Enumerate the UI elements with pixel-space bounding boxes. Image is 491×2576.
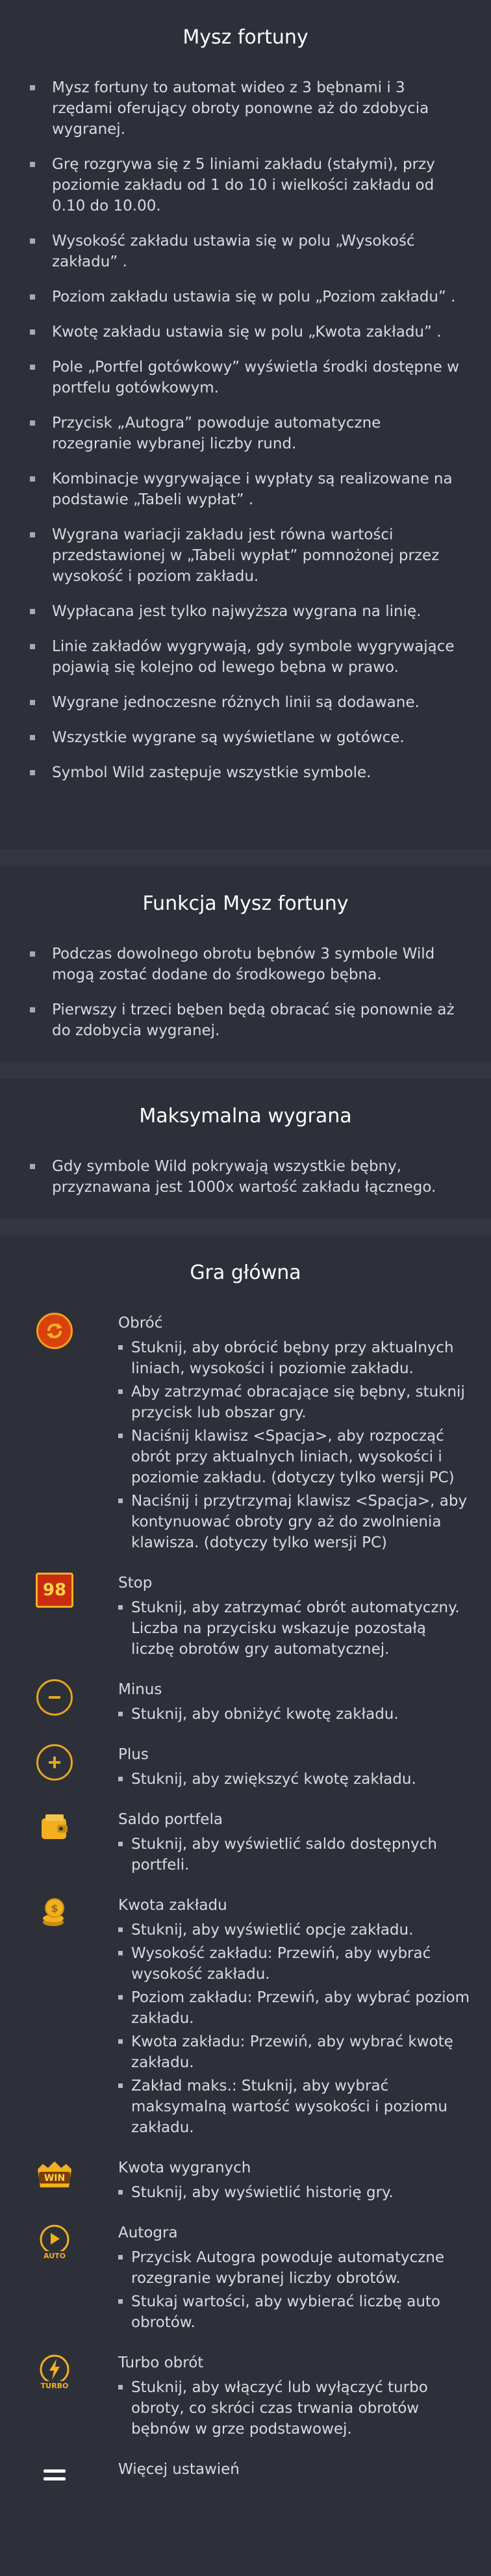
autoplay-icon: AUTO [40,2224,69,2260]
stop-counter-icon: 98 [36,1573,73,1608]
main-game-section: Gra główna Obróć Stuknij, aby obrócić bę… [0,1235,491,2529]
entry-title: Turbo obrót [118,2354,204,2371]
list-item: Stuknij, aby wyświetlić historię gry. [118,2182,472,2203]
entry-title: Kwota wygranych [118,2159,251,2176]
list-item: Stuknij, aby obrócić bębny przy aktualny… [118,1337,472,1379]
rules-list: Mysz fortuny to automat wideo z 3 bębnam… [0,77,491,783]
menu-icon [44,2469,66,2480]
list-item: Stukaj wartości, aby wybierać liczbę aut… [118,2291,472,2333]
list-item: Linie zakładów wygrywają, gdy symbole wy… [30,636,465,678]
feature-section: Funkcja Mysz fortuny Podczas dowolnego o… [0,866,491,1062]
svg-text:WIN: WIN [44,2173,65,2183]
turbo-icon: TURBO [39,2354,70,2390]
spin-icon [36,1313,73,1349]
entry-title: Saldo portfela [118,1811,223,1828]
max-win-section: Maksymalna wygrana Gdy symbole Wild pokr… [0,1079,491,1218]
list-item: Wygrana wariacji zakładu jest równa wart… [30,524,465,587]
list-item: Symbol Wild zastępuje wszystkie symbole. [30,762,465,783]
list-item: Aby zatrzymać obracające się bębny, stuk… [118,1382,472,1423]
list-item: Naciśnij i przytrzymaj klawisz <Spacja>,… [118,1491,472,1553]
entry-title: Minus [118,1681,162,1698]
rules-section: Mysz fortuny Mysz fortuny to automat wid… [0,0,491,849]
entry-title: Kwota zakładu [118,1897,227,1914]
list-item: Gdy symbole Wild pokrywają wszystkie bęb… [30,1156,465,1198]
section-divider [0,849,491,866]
list-item: Stuknij, aby wyświetlić opcje zakładu. [118,1920,472,1940]
list-item: Poziom zakładu: Przewiń, aby wybrać pozi… [118,1987,472,2029]
list-item: Grę rozgrywa się z 5 liniami zakładu (st… [30,154,465,216]
list-item: Naciśnij klawisz <Spacja>, aby rozpocząć… [118,1426,472,1488]
turbo-entry: TURBO Turbo obrót Stuknij, aby włączyć l… [0,2352,491,2442]
list-item: Stuknij, aby zatrzymać obrót automatyczn… [118,1597,472,1660]
section-title: Gra główna [190,1261,301,1284]
rules-list: Podczas dowolnego obrotu bębnów 3 symbol… [0,944,491,1041]
win-icon: WIN [38,2161,71,2187]
list-item: Podczas dowolnego obrotu bębnów 3 symbol… [30,944,465,985]
list-item: Wypłacana jest tylko najwyższa wygrana n… [30,601,465,622]
rules-list: Gdy symbole Wild pokrywają wszystkie bęb… [0,1156,491,1198]
more-settings-entry: Więcej ustawień [0,2459,491,2506]
entry-title: Autogra [118,2224,178,2241]
plus-icon [36,1744,73,1781]
list-item: Przycisk Autogra powoduje automatyczne r… [118,2247,472,2289]
list-item: Mysz fortuny to automat wideo z 3 bębnam… [30,77,465,140]
section-divider [0,1062,491,1079]
svg-text:TURBO: TURBO [41,2382,69,2390]
plus-entry: Plus Stuknij, aby zwiększyć kwotę zakład… [0,1744,491,1792]
list-item: Wygrane jednoczesne różnych linii są dod… [30,692,465,713]
section-divider [0,1218,491,1235]
stop-entry: 98 Stop Stuknij, aby zatrzymać obrót aut… [0,1573,491,1662]
minus-icon [36,1679,73,1716]
entry-title: Plus [118,1746,149,1763]
bet-amount-entry: $ Kwota zakładu Stuknij, aby wyświetlić … [0,1895,491,2141]
list-item: Kwotę zakładu ustawia się w polu „Kwota … [30,322,465,342]
list-item: Wysokość zakładu: Przewiń, aby wybrać wy… [118,1943,472,1985]
win-amount-entry: WIN Kwota wygranych Stuknij, aby wyświet… [0,2157,491,2206]
list-item: Kombinacje wygrywające i wypłaty są real… [30,469,465,510]
list-item: Pierwszy i trzeci bęben będą obracać się… [30,999,465,1041]
list-item: Pole „Portfel gotówkowy” wyświetla środk… [30,357,465,398]
wallet-icon [42,1814,68,1839]
autoplay-entry: AUTO Autogra Przycisk Autogra powoduje a… [0,2222,491,2336]
list-item: Zakład maks.: Stuknij, aby wybrać maksym… [118,2076,472,2138]
spin-entry: Obróć Stuknij, aby obrócić bębny przy ak… [0,1313,491,1556]
svg-text:AUTO: AUTO [44,2252,66,2260]
entry-title: Stop [118,1575,153,1591]
list-item: Wysokość zakładu ustawia się w polu „Wys… [30,231,465,272]
list-item: Przycisk „Autogra” powoduje automatyczne… [30,413,465,454]
entry-title: Obróć [118,1315,163,1332]
coins-icon: $ [43,1898,64,1926]
list-item: Kwota zakładu: Przewiń, aby wybrać kwotę… [118,2031,472,2073]
list-item: Stuknij, aby zwiększyć kwotę zakładu. [118,1769,472,1790]
svg-text:$: $ [51,1902,58,1914]
section-title: Maksymalna wygrana [139,1105,352,1127]
entry-title: Więcej ustawień [118,2461,240,2478]
list-item: Wszystkie wygrane są wyświetlane w gotów… [30,727,465,748]
list-item: Stuknij, aby obniżyć kwotę zakładu. [118,1704,472,1725]
minus-entry: Minus Stuknij, aby obniżyć kwotę zakładu… [0,1679,491,1727]
list-item: Stuknij, aby wyświetlić saldo dostępnych… [118,1834,472,1875]
section-title: Mysz fortuny [183,26,308,49]
section-title: Funkcja Mysz fortuny [142,892,349,915]
wallet-entry: Saldo portfela Stuknij, aby wyświetlić s… [0,1809,491,1878]
list-item: Poziom zakładu ustawia się w polu „Pozio… [30,287,465,307]
list-item: Stuknij, aby włączyć lub wyłączyć turbo … [118,2377,472,2440]
